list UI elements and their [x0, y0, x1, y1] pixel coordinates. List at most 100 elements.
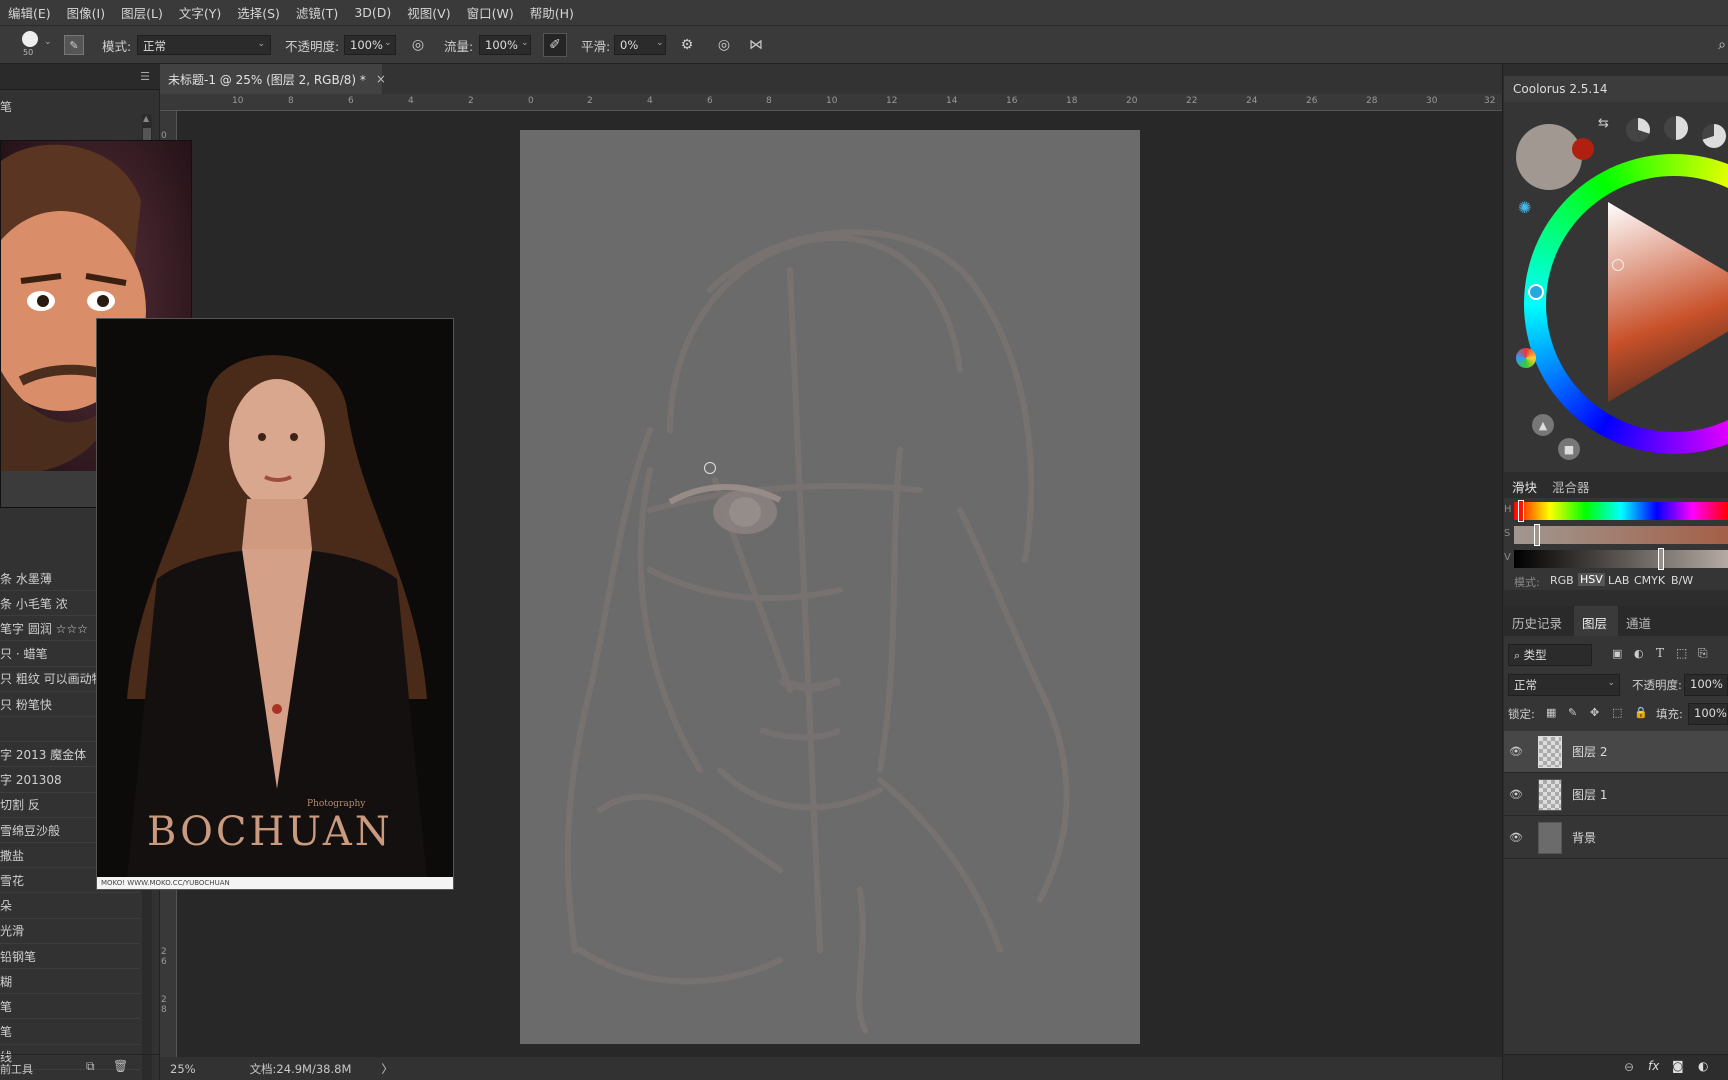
tab-history[interactable]: 历史记录 — [1512, 613, 1562, 632]
menu-select[interactable]: 选择(S) — [229, 3, 288, 22]
menu-filter[interactable]: 滤镜(T) — [288, 3, 346, 22]
mode-rgb[interactable]: RGB — [1550, 574, 1574, 587]
trash-icon[interactable]: 🗑 — [113, 1059, 128, 1073]
mask-icon[interactable]: ◙ — [1672, 1059, 1684, 1073]
ruler-h-label: 8 — [766, 96, 772, 106]
ruler-v-label: 8 — [161, 1005, 167, 1015]
layer-name[interactable]: 背景 — [1572, 829, 1596, 846]
tab-slider[interactable]: 滑块 — [1512, 477, 1537, 496]
document-tab[interactable]: 未标题-1 @ 25% (图层 2, RGB/8) * × — [160, 64, 386, 94]
square-mode-icon[interactable]: ■ — [1558, 438, 1580, 460]
panel-menu-icon[interactable]: ☰ — [140, 70, 150, 83]
value-slider-handle[interactable] — [1658, 548, 1664, 570]
document-canvas[interactable] — [520, 130, 1140, 1044]
ruler-v-label: 2 — [161, 995, 167, 1005]
gear-icon[interactable]: ⚙ — [677, 35, 697, 55]
brush-name: 笔 — [0, 999, 13, 1014]
shape-filter-icon[interactable]: ⬚ — [1676, 646, 1687, 660]
pressure-opacity-icon[interactable]: ◎ — [408, 35, 428, 55]
brush-list-item[interactable]: 光滑 — [0, 919, 140, 944]
chevron-down-icon[interactable]: ⌄ — [384, 38, 392, 48]
smoothing-label: 平滑: — [581, 39, 611, 54]
mode-select[interactable]: 正常 ⌄ — [137, 35, 271, 55]
wheel-mode-icon[interactable] — [1664, 116, 1688, 140]
mode-hsv[interactable]: HSV — [1578, 573, 1605, 586]
eye-icon[interactable]: 👁 — [1504, 831, 1528, 844]
brush-list-item[interactable]: 笔 — [0, 1020, 140, 1045]
wheel-mode-icon[interactable] — [1702, 124, 1726, 148]
type-filter-icon[interactable]: T — [1656, 646, 1664, 660]
menu-window[interactable]: 窗口(W) — [459, 3, 522, 22]
saturation-slider[interactable] — [1514, 526, 1728, 544]
brush-list-item[interactable]: 铅钢笔 — [0, 944, 140, 969]
layer-row[interactable]: 👁 图层 2 — [1504, 731, 1728, 773]
brush-settings-icon[interactable]: ✎ — [64, 35, 84, 55]
brush-name: 撒盐 — [0, 848, 25, 863]
lock-pixels-icon[interactable]: ✎ — [1568, 706, 1577, 719]
fx-icon[interactable]: fx — [1648, 1059, 1659, 1073]
adjustment-filter-icon[interactable]: ◐ — [1634, 647, 1644, 660]
brush-list-item[interactable]: 糊 — [0, 969, 140, 995]
ruler-h-label: 10 — [826, 96, 838, 106]
symmetry-butterfly-icon[interactable]: ⋈ — [746, 35, 766, 55]
menu-view[interactable]: 视图(V) — [399, 3, 458, 22]
menu-help[interactable]: 帮助(H) — [522, 3, 582, 22]
lock-transparency-icon[interactable]: ▦ — [1546, 706, 1556, 719]
triangle-mode-icon[interactable]: ▲ — [1532, 414, 1554, 436]
blend-mode-select[interactable]: 正常 ⌄ — [1508, 674, 1620, 696]
chevron-down-icon[interactable]: ⌄ — [521, 38, 529, 48]
menu-type[interactable]: 文字(Y) — [171, 3, 229, 22]
tab-channels[interactable]: 通道 — [1626, 613, 1651, 632]
layer-row[interactable]: 👁 图层 1 — [1504, 774, 1728, 816]
hue-slider[interactable] — [1514, 502, 1728, 520]
coolorus-tab[interactable]: Coolorus 2.5.14 — [1504, 76, 1728, 102]
lock-artboard-icon[interactable]: ⬚ — [1612, 706, 1622, 719]
reference-photo-poster[interactable]: Photography BOCHUAN MOKO! WWW.MOKO.CC/YU… — [96, 318, 454, 890]
brush-list-item[interactable]: 朵 — [0, 894, 140, 919]
lock-all-icon[interactable]: 🔒 — [1634, 706, 1648, 719]
layer-filter-select[interactable]: ⌕ 类型 — [1508, 644, 1592, 666]
layer-opacity-input[interactable]: 100% — [1684, 674, 1728, 696]
brush-list-item[interactable]: 笔 — [0, 994, 140, 1020]
new-brush-icon[interactable]: ⧉ — [86, 1059, 95, 1074]
layer-row[interactable]: 👁 背景 — [1504, 817, 1728, 859]
layer-name[interactable]: 图层 1 — [1572, 786, 1607, 803]
color-picker-handle[interactable] — [1612, 259, 1624, 271]
sketch-stroke — [577, 947, 783, 985]
value-slider[interactable] — [1514, 550, 1728, 568]
tab-layers[interactable]: 图层 — [1582, 613, 1607, 632]
search-icon[interactable]: ⌕ — [1716, 35, 1728, 55]
brush-preset-picker[interactable]: 50 ⌄ — [18, 29, 58, 61]
airbrush-icon[interactable]: ✐ — [543, 33, 567, 57]
close-icon[interactable]: × — [376, 72, 386, 86]
chevron-down-icon[interactable]: ⌄ — [656, 38, 664, 48]
hue-slider-handle[interactable] — [1518, 500, 1524, 522]
menu-layer[interactable]: 图层(L) — [113, 3, 171, 22]
wheel-mode-icon[interactable] — [1626, 118, 1650, 142]
tab-mixer[interactable]: 混合器 — [1552, 477, 1590, 496]
menu-edit[interactable]: 编辑(E) — [0, 3, 59, 22]
pressure-size-icon[interactable]: ◎ — [714, 35, 734, 55]
hue-handle[interactable] — [1528, 284, 1544, 300]
sketch-stroke — [877, 447, 903, 773]
eye-icon[interactable]: 👁 — [1504, 788, 1528, 801]
saturation-slider-handle[interactable] — [1534, 524, 1540, 546]
mode-lab[interactable]: LAB — [1608, 574, 1629, 587]
link-icon[interactable]: ⊖ — [1624, 1060, 1634, 1074]
swap-colors-icon[interactable]: ⇆ — [1598, 116, 1609, 131]
adjustment-icon[interactable]: ◐ — [1698, 1059, 1708, 1073]
image-filter-icon[interactable]: ▣ — [1612, 647, 1622, 660]
menu-3d[interactable]: 3D(D) — [346, 5, 399, 20]
status-menu-arrow[interactable]: 〉 — [381, 1061, 393, 1077]
scroll-up-icon[interactable]: ▲ — [143, 114, 149, 123]
eye-icon[interactable]: 👁 — [1504, 745, 1528, 758]
mode-bw[interactable]: B/W — [1671, 574, 1693, 587]
layer-name[interactable]: 图层 2 — [1572, 743, 1607, 760]
mode-cmyk[interactable]: CMYK — [1634, 574, 1665, 587]
color-palette-icon[interactable] — [1516, 348, 1536, 368]
zoom-level[interactable]: 25% — [170, 1062, 196, 1076]
smart-object-filter-icon[interactable]: ⎘ — [1698, 646, 1708, 661]
lock-position-icon[interactable]: ✥ — [1590, 706, 1599, 719]
menu-image[interactable]: 图像(I) — [59, 3, 113, 22]
fill-input[interactable]: 100% — [1688, 703, 1728, 725]
